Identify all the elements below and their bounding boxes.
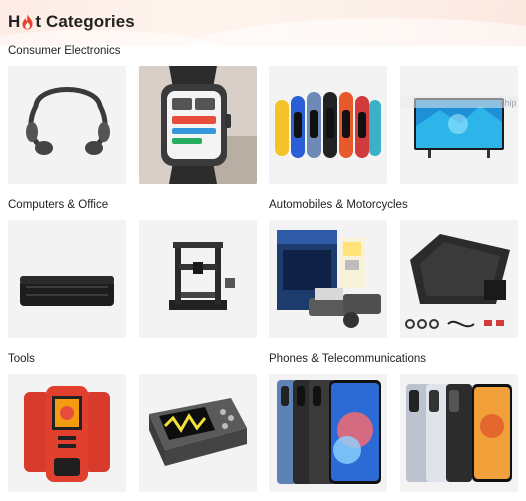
headphones-image bbox=[26, 87, 110, 155]
3d-printer-image bbox=[169, 242, 235, 310]
projector-image bbox=[20, 276, 114, 306]
product-fitness-bands[interactable] bbox=[269, 66, 387, 184]
smart-tv-image: chip bbox=[400, 96, 518, 158]
section-computers-office[interactable]: Computers & Office bbox=[8, 199, 108, 211]
product-car-seat-cover[interactable] bbox=[400, 220, 518, 338]
led-bulbs-image bbox=[277, 230, 381, 328]
smartphones-silver-image bbox=[406, 384, 512, 482]
product-thermal-camera[interactable] bbox=[8, 374, 126, 492]
section-automobiles-motorcycles[interactable]: Automobiles & Motorcycles bbox=[269, 199, 408, 211]
product-led-headlight-bulbs[interactable] bbox=[269, 220, 387, 338]
product-smartwatch[interactable] bbox=[139, 66, 257, 184]
section-consumer-electronics[interactable]: Consumer Electronics bbox=[8, 45, 120, 57]
product-oscilloscope[interactable] bbox=[139, 374, 257, 492]
fitness-bands-image bbox=[275, 92, 381, 158]
page-title: H t Categories bbox=[8, 12, 135, 32]
oscilloscope-image bbox=[149, 398, 247, 466]
title-suffix: t Categories bbox=[35, 12, 135, 31]
product-smart-tv[interactable]: chip bbox=[400, 66, 518, 184]
section-phones-telecommunications[interactable]: Phones & Telecommunications bbox=[269, 353, 426, 365]
smartwatch-image bbox=[139, 66, 257, 184]
product-bone-conduction-headphones[interactable] bbox=[8, 66, 126, 184]
flame-icon bbox=[22, 14, 33, 30]
product-projector[interactable] bbox=[8, 220, 126, 338]
smartphones-blue-image bbox=[277, 380, 381, 484]
thermal-camera-image bbox=[24, 386, 110, 482]
section-tools[interactable]: Tools bbox=[8, 353, 35, 365]
product-smartphones-blue[interactable] bbox=[269, 374, 387, 492]
title-prefix: H bbox=[8, 12, 21, 31]
product-3d-printer[interactable] bbox=[139, 220, 257, 338]
seat-cover-image bbox=[405, 234, 510, 329]
product-smartphones-silver[interactable] bbox=[400, 374, 518, 492]
tv-overlay-text: chip bbox=[500, 98, 517, 108]
